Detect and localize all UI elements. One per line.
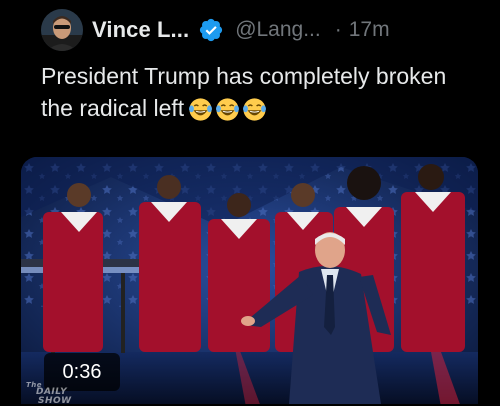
display-name[interactable]: Vince L... (92, 17, 189, 43)
face-with-tears-of-joy-icon (189, 98, 213, 121)
avatar[interactable] (41, 9, 83, 51)
svg-text:SHOW: SHOW (38, 396, 72, 404)
daily-show-logo: The DAILY SHOW (24, 378, 94, 406)
tweet-header: Vince L... @Lang... · 17m (92, 10, 390, 50)
face-with-tears-of-joy-icon (243, 98, 267, 121)
face-with-tears-of-joy-icon (216, 98, 240, 121)
tweet-text-block: President Trump has completely broken th… (41, 60, 471, 124)
verified-badge-icon (198, 17, 224, 43)
separator-dot: · (334, 18, 342, 41)
timestamp[interactable]: 17m (349, 18, 390, 42)
user-handle[interactable]: @Lang... (235, 18, 321, 42)
emoji-row (188, 97, 267, 122)
avatar-image (41, 9, 83, 51)
tweet-card[interactable]: Vince L... @Lang... · 17m President Trum… (0, 0, 500, 406)
